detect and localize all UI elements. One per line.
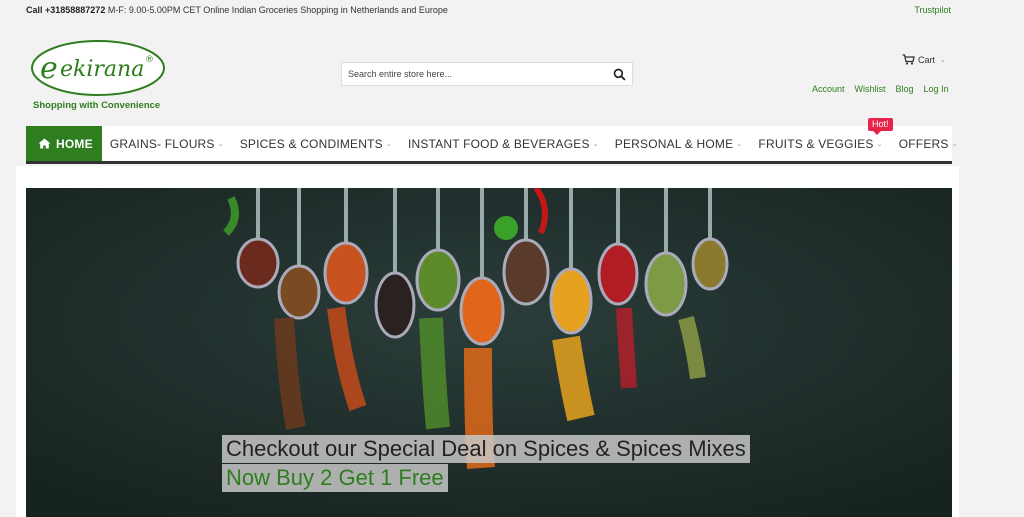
logo-tagline: Shopping with Convenience bbox=[33, 100, 160, 111]
search-box bbox=[341, 62, 633, 86]
search-icon[interactable] bbox=[613, 68, 626, 81]
nav-label: OFFERS bbox=[898, 136, 949, 151]
nav-label: INSTANT FOOD & BEVERAGES bbox=[407, 136, 590, 151]
hero-caption-title: Checkout our Special Deal on Spices & Sp… bbox=[222, 435, 750, 463]
nav-item-grains-flours[interactable]: GRAINS- FLOURS ⌄ bbox=[102, 126, 232, 161]
ekirana-logo-icon: e ekirana ® Shopping with Convenience bbox=[31, 40, 165, 111]
spices-banner-image bbox=[26, 188, 952, 517]
store-hours: M-F: 9.00-5.00PM CET Online Indian Groce… bbox=[105, 5, 448, 15]
chevron-down-icon: ⌄ bbox=[736, 140, 743, 148]
nav-label: SPICES & CONDIMENTS bbox=[239, 136, 383, 151]
chevron-down-icon: ⌄ bbox=[940, 56, 946, 64]
chevron-down-icon: ⌄ bbox=[592, 140, 599, 148]
nav-item-personal-home[interactable]: PERSONAL & HOME ⌄ bbox=[607, 126, 751, 161]
wishlist-link[interactable]: Wishlist bbox=[855, 84, 886, 94]
cart-icon bbox=[902, 54, 915, 65]
phone-number[interactable]: Call +31858887272 bbox=[26, 5, 105, 15]
chevron-down-icon: ⌄ bbox=[951, 140, 958, 148]
nav-item-fruits-veggies[interactable]: FRUITS & VEGGIES ⌄ bbox=[750, 126, 890, 161]
nav-item-home[interactable]: HOME bbox=[26, 126, 102, 161]
main-nav: HOME GRAINS- FLOURS ⌄ SPICES & CONDIMENTS… bbox=[26, 126, 957, 164]
top-bar: Call +31858887272 M-F: 9.00-5.00PM CET O… bbox=[0, 0, 1024, 22]
hero-caption-offer[interactable]: Now Buy 2 Get 1 Free bbox=[222, 464, 448, 492]
nav-label: PERSONAL & HOME bbox=[614, 136, 734, 151]
trustpilot-link[interactable]: Trustpilot bbox=[914, 5, 951, 15]
nav-label: GRAINS- FLOURS bbox=[109, 136, 215, 151]
nav-home-label: HOME bbox=[56, 136, 93, 151]
nav-item-spices-condiments[interactable]: SPICES & CONDIMENTS ⌄ bbox=[232, 126, 400, 161]
nav-item-instant-food-beverages[interactable]: INSTANT FOOD & BEVERAGES ⌄ bbox=[400, 126, 607, 161]
hero-banner[interactable] bbox=[26, 188, 952, 517]
cart-button[interactable]: Cart ⌄ bbox=[902, 54, 946, 65]
hot-badge: Hot! bbox=[868, 118, 893, 135]
chevron-down-icon: ⌄ bbox=[385, 140, 392, 148]
cart-label: Cart bbox=[918, 54, 936, 65]
chevron-down-icon: ⌄ bbox=[876, 140, 883, 148]
account-links: Account Wishlist Blog Log In bbox=[812, 84, 949, 94]
blog-link[interactable]: Blog bbox=[896, 84, 914, 94]
account-link[interactable]: Account bbox=[812, 84, 845, 94]
home-icon bbox=[38, 138, 51, 149]
search-input[interactable] bbox=[342, 63, 598, 85]
contact-info: Call +31858887272 M-F: 9.00-5.00PM CET O… bbox=[26, 5, 448, 15]
login-link[interactable]: Log In bbox=[924, 84, 949, 94]
registered-mark: ® bbox=[145, 55, 154, 65]
nav-label: FRUITS & VEGGIES bbox=[758, 136, 874, 151]
logo-brand-text: ekirana bbox=[60, 57, 144, 82]
nav-item-offers[interactable]: OFFERS ⌄ bbox=[891, 126, 966, 161]
svg-text:e: e bbox=[40, 51, 58, 86]
chevron-down-icon: ⌄ bbox=[217, 140, 224, 148]
site-logo[interactable]: e ekirana ® Shopping with Convenience bbox=[30, 38, 170, 113]
